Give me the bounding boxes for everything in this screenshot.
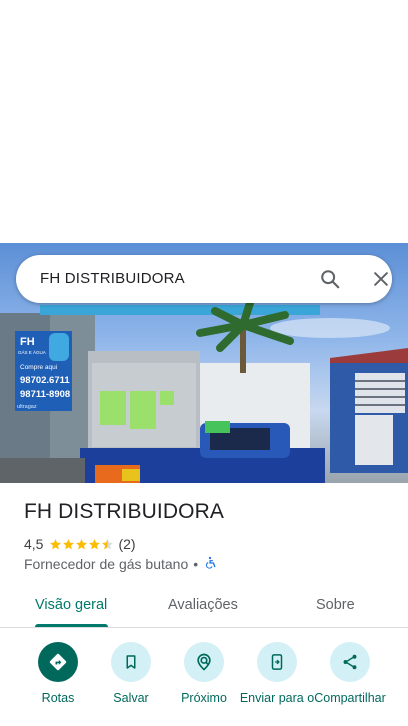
rating-stars (49, 538, 114, 551)
sign-phone1: 98702.6711 (20, 375, 70, 386)
sign-footer: ultragaz (17, 404, 37, 410)
sign-brand: FH (20, 336, 35, 348)
star-icon (50, 538, 62, 549)
search-bar[interactable]: FH DISTRIBUIDORA (16, 255, 392, 303)
send-to-phone-button[interactable]: Enviar para o (237, 642, 317, 705)
directions-icon (38, 642, 78, 682)
share-button[interactable]: Compartilhar (310, 642, 390, 705)
place-title: FH DISTRIBUIDORA (24, 500, 224, 523)
tab-bar: Visão geral Avaliações Sobre (0, 588, 408, 628)
star-icon (89, 538, 101, 549)
search-input[interactable]: FH DISTRIBUIDORA (40, 255, 185, 303)
rating-row[interactable]: 4,5 (2) (24, 536, 136, 552)
sign-phone2: 98711-8908 (20, 389, 70, 400)
share-label: Compartilhar (314, 691, 386, 705)
separator: • (193, 556, 199, 572)
tab-about[interactable]: Sobre (316, 597, 355, 613)
star-icon (76, 538, 88, 549)
send-to-phone-icon (257, 642, 297, 682)
save-label: Salvar (113, 691, 149, 705)
share-icon (330, 642, 370, 682)
directions-button[interactable]: Rotas (18, 642, 98, 705)
bookmark-icon (111, 642, 151, 682)
nearby-button[interactable]: Próximo (164, 642, 244, 705)
wheelchair-accessible-icon (203, 556, 217, 573)
send-to-phone-label: Enviar para o (239, 691, 315, 705)
sign-line2: Compre aqui (20, 364, 57, 371)
directions-label: Rotas (41, 691, 75, 705)
star-icon (63, 538, 75, 549)
sign-line1: GÁS E ÁGUA (18, 349, 46, 355)
nearby-label: Próximo (181, 691, 227, 705)
category-label: Fornecedor de gás butano (24, 556, 189, 572)
close-icon[interactable] (369, 267, 393, 291)
tab-reviews[interactable]: Avaliações (168, 597, 238, 613)
tab-overview[interactable]: Visão geral (35, 597, 107, 613)
star-icon (102, 538, 114, 549)
save-button[interactable]: Salvar (91, 642, 171, 705)
map-area[interactable] (0, 0, 408, 243)
rating-value: 4,5 (24, 536, 44, 552)
category-row: Fornecedor de gás butano • (24, 556, 217, 572)
review-count[interactable]: (2) (118, 536, 135, 552)
nearby-icon (184, 642, 224, 682)
search-icon[interactable] (318, 267, 342, 291)
tab-active-indicator (35, 624, 108, 627)
